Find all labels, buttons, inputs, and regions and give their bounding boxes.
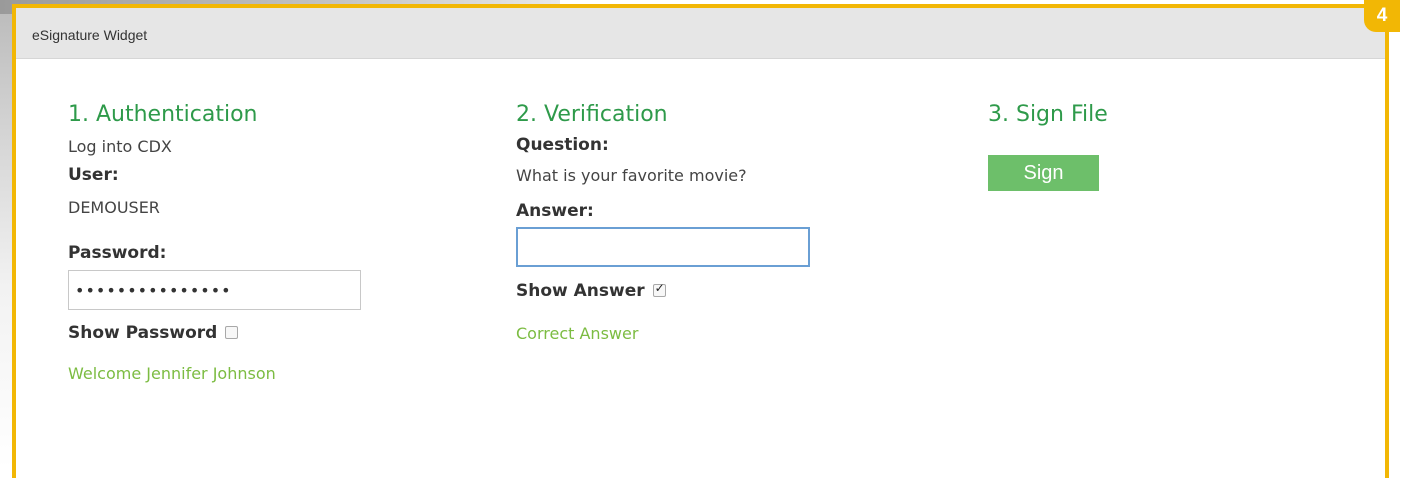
authentication-section: 1. Authentication Log into CDX User: DEM…	[68, 100, 428, 385]
show-answer-label: Show Answer	[516, 281, 645, 301]
sign-file-heading: 3. Sign File	[988, 102, 1108, 127]
widget-header: eSignature Widget	[16, 8, 1385, 59]
show-answer-row: Show Answer	[516, 280, 876, 302]
sign-button[interactable]: Sign	[988, 155, 1099, 191]
show-password-row: Show Password	[68, 322, 428, 344]
user-value: DEMOUSER	[68, 198, 160, 217]
step-number-badge: 4	[1364, 0, 1400, 32]
answer-field[interactable]	[516, 227, 810, 267]
sign-file-section: 3. Sign File Sign	[988, 100, 1288, 191]
user-label: User:	[68, 165, 119, 185]
password-field[interactable]	[68, 270, 361, 310]
login-subtitle: Log into CDX	[68, 137, 172, 156]
verification-heading: 2. Verification	[516, 102, 668, 127]
esignature-widget: eSignature Widget 1. Authentication Log …	[12, 4, 1389, 478]
answer-label: Answer:	[516, 201, 594, 221]
password-label: Password:	[68, 243, 167, 263]
show-answer-checkbox[interactable]	[652, 281, 666, 297]
answer-result-message: Correct Answer	[516, 324, 639, 343]
verification-section: 2. Verification Question: What is your f…	[516, 100, 876, 345]
show-password-checkbox[interactable]	[225, 325, 239, 339]
authentication-heading: 1. Authentication	[68, 102, 258, 127]
show-password-label: Show Password	[68, 323, 218, 343]
welcome-message: Welcome Jennifer Johnson	[68, 364, 276, 383]
question-label: Question:	[516, 135, 609, 155]
question-text: What is your favorite movie?	[516, 166, 747, 185]
widget-title: eSignature Widget	[32, 27, 148, 43]
